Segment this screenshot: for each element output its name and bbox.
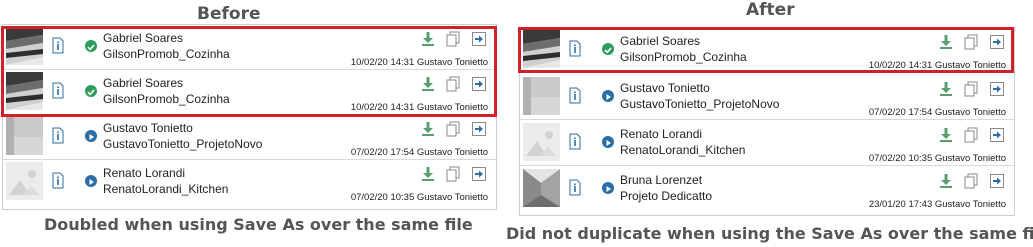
list-item[interactable]: Renato Lorandi RenatoLorandi_Kitchen 07/… — [520, 121, 1014, 166]
project-meta: 10/02/20 14:31 Gustavo Tonietto — [350, 102, 488, 113]
info-icon[interactable] — [569, 40, 581, 57]
download-icon[interactable] — [420, 76, 436, 92]
project-name: GilsonPromob_Cozinha — [620, 50, 747, 64]
play-icon — [602, 90, 614, 102]
open-icon[interactable] — [989, 127, 1005, 143]
open-icon[interactable] — [989, 81, 1005, 97]
project-meta: 07/02/20 17:54 Gustavo Tonietto — [868, 107, 1006, 118]
open-icon[interactable] — [471, 121, 487, 137]
list-item[interactable]: Bruna Lorenzet Projeto Dedicatto 23/01/2… — [520, 167, 1014, 211]
project-name: GilsonPromob_Cozinha — [103, 92, 230, 106]
before-project-list: Gabriel Soares GilsonPromob_Cozinha 10/0… — [2, 24, 497, 210]
copy-icon[interactable] — [445, 166, 461, 182]
project-owner: Renato Lorandi — [620, 127, 703, 141]
project-owner: Gustavo Tonietto — [103, 121, 193, 135]
info-icon[interactable] — [52, 172, 64, 189]
play-icon — [602, 182, 614, 194]
project-meta: 10/02/20 14:31 Gustavo Tonietto — [868, 60, 1006, 71]
open-icon[interactable] — [471, 76, 487, 92]
info-icon[interactable] — [569, 87, 581, 104]
copy-icon[interactable] — [445, 31, 461, 47]
open-icon[interactable] — [471, 31, 487, 47]
copy-icon[interactable] — [445, 121, 461, 137]
play-icon — [85, 130, 97, 142]
project-name: GilsonPromob_Cozinha — [103, 47, 230, 61]
play-icon — [85, 175, 97, 187]
after-caption: Did not duplicate when using the Save As… — [506, 224, 1033, 243]
project-meta: 07/02/20 10:35 Gustavo Tonietto — [868, 153, 1006, 164]
kitchen-render-thumbnail — [6, 72, 43, 110]
download-icon[interactable] — [420, 121, 436, 137]
placeholder-image-icon — [523, 123, 560, 161]
list-item[interactable]: Gabriel Soares GilsonPromob_Cozinha 10/0… — [3, 25, 496, 70]
list-item[interactable]: Gabriel Soares GilsonPromob_Cozinha 10/0… — [520, 28, 1014, 73]
open-icon[interactable] — [989, 173, 1005, 189]
info-icon[interactable] — [569, 179, 581, 196]
after-project-list: Gabriel Soares GilsonPromob_Cozinha 10/0… — [519, 27, 1015, 216]
download-icon[interactable] — [420, 166, 436, 182]
info-icon[interactable] — [52, 37, 64, 54]
download-icon[interactable] — [938, 34, 954, 50]
check-icon — [602, 43, 614, 55]
project-owner: Gabriel Soares — [103, 76, 184, 90]
gray-render-thumbnail — [523, 77, 560, 115]
project-name: GustavoTonietto_ProjetoNovo — [103, 137, 263, 151]
copy-icon[interactable] — [963, 34, 979, 50]
list-item[interactable]: Gustavo Tonietto GustavoTonietto_Projeto… — [520, 75, 1014, 120]
copy-icon[interactable] — [963, 81, 979, 97]
download-icon[interactable] — [938, 173, 954, 189]
download-icon[interactable] — [938, 127, 954, 143]
project-owner: Renato Lorandi — [103, 166, 186, 180]
before-caption: Doubled when using Save As over the same… — [44, 215, 473, 234]
download-icon[interactable] — [938, 81, 954, 97]
check-icon — [85, 40, 97, 52]
project-owner: Gustavo Tonietto — [620, 81, 710, 95]
before-heading: Before — [197, 4, 261, 24]
copy-icon[interactable] — [963, 173, 979, 189]
gray-render-thumbnail — [6, 117, 43, 155]
project-meta: 07/02/20 10:35 Gustavo Tonietto — [350, 192, 488, 203]
list-item[interactable]: Gustavo Tonietto GustavoTonietto_Projeto… — [3, 115, 496, 160]
project-meta: 23/01/20 17:43 Gustavo Tonietto — [868, 199, 1006, 210]
download-icon[interactable] — [420, 31, 436, 47]
check-icon — [85, 85, 97, 97]
open-icon[interactable] — [989, 34, 1005, 50]
copy-icon[interactable] — [445, 76, 461, 92]
play-icon — [602, 136, 614, 148]
project-name: GustavoTonietto_ProjetoNovo — [620, 97, 780, 111]
project-owner: Bruna Lorenzet — [620, 173, 703, 187]
room-render-thumbnail — [523, 169, 560, 207]
copy-icon[interactable] — [963, 127, 979, 143]
info-icon[interactable] — [569, 133, 581, 150]
kitchen-render-thumbnail — [523, 30, 560, 68]
project-owner: Gabriel Soares — [620, 34, 701, 48]
after-heading: After — [746, 0, 795, 20]
list-item[interactable]: Gabriel Soares GilsonPromob_Cozinha 10/0… — [3, 70, 496, 115]
list-item[interactable]: Renato Lorandi RenatoLorandi_Kitchen 07/… — [3, 160, 496, 204]
info-icon[interactable] — [52, 127, 64, 144]
project-meta: 10/02/20 14:31 Gustavo Tonietto — [350, 57, 488, 68]
project-name: RenatoLorandi_Kitchen — [620, 143, 746, 157]
placeholder-image-icon — [6, 162, 43, 200]
project-owner: Gabriel Soares — [103, 31, 184, 45]
info-icon[interactable] — [52, 82, 64, 99]
project-name: RenatoLorandi_Kitchen — [103, 182, 229, 196]
open-icon[interactable] — [471, 166, 487, 182]
project-name: Projeto Dedicatto — [620, 189, 713, 203]
kitchen-render-thumbnail — [6, 27, 43, 65]
project-meta: 07/02/20 17:54 Gustavo Tonietto — [350, 147, 488, 158]
